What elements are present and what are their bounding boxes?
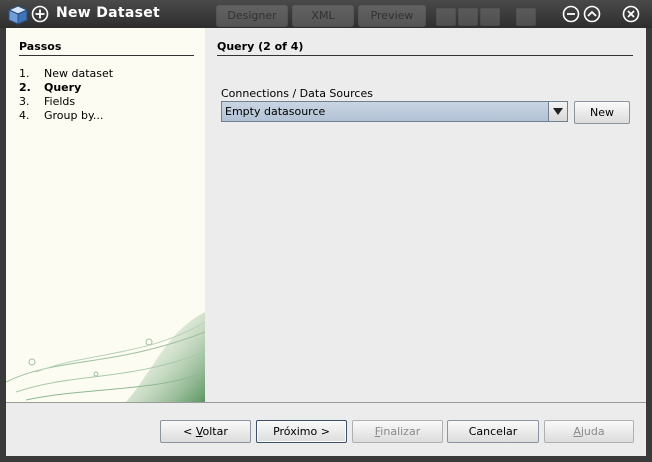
next-button[interactable]: Próximo > — [256, 420, 347, 443]
background-toolbar-icon — [516, 8, 536, 26]
step-number: 2. — [19, 81, 31, 94]
step-label: New dataset — [44, 67, 114, 80]
background-tab-xml: XML — [292, 5, 354, 27]
steps-list: 1. New dataset 2. Query 3. Fields 4. Group b… — [19, 67, 113, 123]
background-tab-preview: Preview — [358, 5, 426, 27]
close-icon[interactable] — [622, 5, 640, 23]
datasource-select[interactable]: Empty datasource — [221, 101, 568, 122]
background-tab-designer: Designer — [216, 5, 288, 27]
background-zoom-in-icon — [458, 8, 478, 26]
step-label: Group by... — [44, 109, 104, 122]
step-title: Query (2 of 4) — [217, 40, 633, 56]
step-number: 3. — [19, 95, 30, 108]
window-title: New Dataset — [56, 5, 161, 21]
steps-header: Passos — [19, 40, 194, 56]
step-label: Query — [44, 81, 82, 94]
step-item: 1. New dataset — [19, 67, 113, 81]
query-step-panel: Query (2 of 4) Connections / Data Source… — [205, 28, 646, 402]
step-number: 1. — [19, 67, 30, 80]
steps-panel: Passos 1. New dataset 2. Query 3. Fields 4.… — [6, 28, 205, 402]
back-label-rest: oltar — [202, 425, 228, 438]
step-item: 4. Group by... — [19, 109, 113, 123]
background-zoom-out-icon — [480, 8, 500, 26]
help-label-rest: juda — [580, 425, 605, 438]
step-number: 4. — [19, 109, 30, 122]
help-mnemonic: A — [573, 425, 581, 438]
minimize-icon[interactable] — [562, 5, 580, 23]
step-item-active: 2. Query — [19, 81, 113, 95]
maximize-icon[interactable] — [583, 5, 601, 23]
step-label: Fields — [44, 95, 76, 108]
back-mnemonic: V — [195, 425, 203, 438]
title-bar: Designer XML Preview New Dataset — [0, 0, 652, 28]
datasource-selected-value: Empty datasource — [225, 105, 326, 118]
add-icon[interactable] — [31, 5, 49, 23]
app-cube-icon — [8, 5, 28, 25]
step-item: 3. Fields — [19, 95, 113, 109]
new-dataset-dialog: Passos 1. New dataset 2. Query 3. Fields 4.… — [6, 28, 646, 456]
back-label-prefix: < — [183, 425, 196, 438]
connections-label: Connections / Data Sources — [221, 87, 373, 100]
decorative-swirl-image — [6, 312, 205, 402]
new-datasource-button[interactable]: New — [574, 101, 630, 124]
cancel-button[interactable]: Cancelar — [447, 420, 539, 443]
footer-divider — [6, 402, 646, 403]
finish-label-rest: inalizar — [380, 425, 421, 438]
dropdown-arrow-button[interactable] — [548, 102, 567, 121]
help-button[interactable]: Ajuda — [544, 420, 634, 443]
chevron-down-icon — [553, 108, 563, 115]
finish-button[interactable]: Finalizar — [352, 420, 443, 443]
back-button[interactable]: < Voltar — [160, 420, 251, 443]
background-toolbar-icon — [436, 8, 456, 26]
